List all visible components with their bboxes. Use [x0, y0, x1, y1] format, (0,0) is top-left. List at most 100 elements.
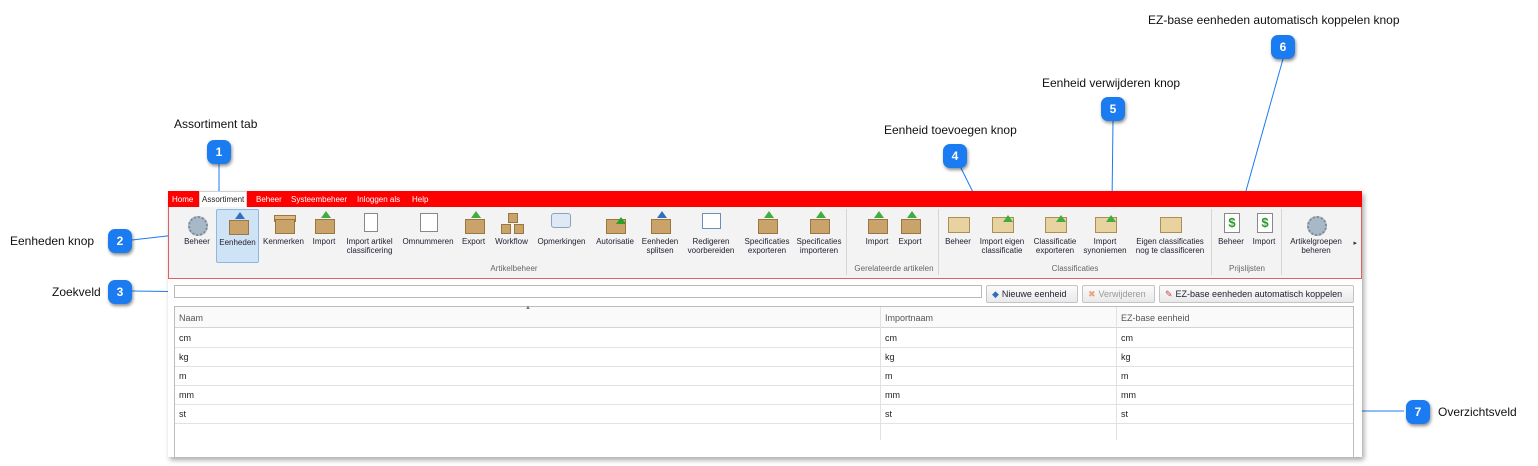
menu-home[interactable]: Home: [172, 191, 193, 207]
delete-button[interactable]: ✖ Verwijderen: [1082, 285, 1155, 303]
workflow-button[interactable]: Workflow: [492, 209, 531, 261]
column-header-importnaam[interactable]: Importnaam: [881, 307, 1115, 327]
edit-list-icon: [700, 213, 722, 233]
comment-icon: [550, 213, 573, 233]
ribbon-button-label: Redigeren voorbereiden: [687, 237, 735, 255]
export-icon: [463, 211, 485, 234]
ribbon-button-label: Import: [1252, 237, 1276, 246]
table-row[interactable]: st st st: [175, 404, 1353, 424]
omnummeren-button[interactable]: Omnummeren: [400, 209, 456, 261]
folder-icon: [1159, 213, 1182, 233]
table-row[interactable]: cm cm cm: [175, 328, 1353, 348]
menu-inloggen-als[interactable]: Inloggen als: [357, 191, 400, 207]
ribbon-button-label: Kenmerken: [263, 237, 304, 246]
prijslijsten-beheer-button[interactable]: $ Beheer: [1215, 209, 1247, 261]
column-header-ezbase[interactable]: EZ-base eenheid: [1117, 307, 1351, 327]
export-button[interactable]: Export: [459, 209, 488, 261]
tab-assortiment[interactable]: Assortiment: [199, 191, 248, 207]
gear-icon: [186, 213, 208, 236]
ribbon-beheer-button[interactable]: Beheer: [181, 209, 213, 261]
gerelateerde-import-button[interactable]: Import: [862, 209, 892, 261]
callout-badge-1: 1: [207, 140, 231, 164]
ribbon-button-label: Eenheden: [219, 238, 256, 247]
folder-export-icon: [1044, 213, 1067, 233]
ribbon-button-label: Artikelgroepen beheren: [1290, 237, 1342, 255]
chevron-right-icon[interactable]: ▸: [1353, 239, 1357, 247]
search-input[interactable]: [174, 285, 982, 298]
import-icon: [866, 211, 888, 234]
ribbon-button-label: Import artikel classificering: [346, 237, 393, 255]
table-row[interactable]: mm mm mm: [175, 385, 1353, 405]
table-row[interactable]: m m m: [175, 366, 1353, 386]
group-label-classificaties: Classificaties: [1051, 264, 1099, 273]
document-icon: [359, 213, 381, 233]
cell-ezbase: kg: [1121, 352, 1131, 362]
ribbon-import-button[interactable]: Import: [309, 209, 339, 261]
callout-label-2: Eenheden knop: [10, 234, 95, 248]
ribbon: Beheer Eenheden Kenmerken Import Import …: [168, 207, 1362, 279]
cell-ezbase: m: [1121, 371, 1129, 381]
group-label-gerelateerde: Gerelateerde artikelen: [854, 264, 934, 273]
menu-beheer[interactable]: Beheer: [256, 191, 282, 207]
eigen-classificaties-button[interactable]: Eigen classificaties nog te classificere…: [1132, 209, 1208, 261]
ribbon-button-label: Specificaties exporteren: [744, 237, 790, 255]
ribbon-button-label: Import: [865, 237, 889, 246]
export-icon: [899, 211, 921, 234]
cell-importnaam: cm: [885, 333, 897, 343]
gerelateerde-export-button[interactable]: Export: [895, 209, 925, 261]
callout-badge-5: 5: [1101, 97, 1125, 121]
prijslijsten-import-button[interactable]: $ Import: [1249, 209, 1279, 261]
folder-icon: [947, 213, 970, 233]
delete-icon: ✖: [1088, 289, 1096, 299]
app-window: Home Assortiment Beheer Systeembeheer In…: [168, 191, 1362, 458]
import-eigen-classificatie-button[interactable]: Import eigen classificatie: [976, 209, 1028, 261]
ribbon-button-label: Opmerkingen: [537, 237, 586, 246]
menu-systeembeheer[interactable]: Systeembeheer: [291, 191, 347, 207]
callout-badge-3: 3: [108, 280, 132, 304]
cell-naam: m: [179, 371, 187, 381]
table-row[interactable]: kg kg kg: [175, 347, 1353, 367]
import-synoniemen-button[interactable]: Import synoniemen: [1082, 209, 1128, 261]
autorisatie-button[interactable]: Autorisatie: [593, 209, 637, 261]
group-label-prijslijsten: Prijslijsten: [1228, 264, 1265, 273]
auto-couple-button[interactable]: ✎ EZ-base eenheden automatisch koppelen: [1159, 285, 1354, 303]
kenmerken-button[interactable]: Kenmerken: [261, 209, 306, 261]
eenheden-splitsen-button[interactable]: Eenheden splitsen: [640, 209, 680, 261]
import-artikel-classificering-button[interactable]: Import artikel classificering: [342, 209, 397, 261]
ribbon-button-label: Eigen classificaties nog te classificere…: [1135, 237, 1205, 255]
new-unit-label: Nieuwe eenheid: [1001, 289, 1067, 299]
cell-importnaam: m: [885, 371, 893, 381]
new-unit-button[interactable]: ◆ Nieuwe eenheid: [986, 285, 1078, 303]
specificaties-importeren-button[interactable]: Specificaties importeren: [795, 209, 843, 261]
callout-label-6: EZ-base eenheden automatisch koppelen kn…: [1148, 13, 1400, 27]
classificaties-beheer-button[interactable]: Beheer: [942, 209, 974, 261]
opmerkingen-button[interactable]: Opmerkingen: [534, 209, 589, 261]
grid-header: ▲ Naam Importnaam EZ-base eenheid: [175, 305, 1353, 328]
group-separator: [1211, 209, 1212, 275]
cell-importnaam: st: [885, 409, 893, 419]
callout-label-5: Eenheid verwijderen knop: [1042, 76, 1181, 90]
specificaties-exporteren-button[interactable]: Specificaties exporteren: [742, 209, 792, 261]
eenheden-button[interactable]: Eenheden: [216, 209, 259, 263]
cell-ezbase: mm: [1121, 390, 1136, 400]
classificatie-exporteren-button[interactable]: Classificatie exporteren: [1030, 209, 1080, 261]
authorize-icon: [604, 213, 626, 234]
cell-naam: cm: [179, 333, 191, 343]
cell-naam: st: [179, 409, 187, 419]
split-units-icon: [649, 211, 671, 234]
dollar-icon: $: [1220, 213, 1242, 233]
column-header-naam[interactable]: Naam: [175, 307, 879, 327]
callout-badge-4: 4: [943, 144, 967, 168]
callout-label-1: Assortiment tab: [174, 117, 258, 131]
cell-importnaam: mm: [885, 390, 900, 400]
group-separator: [1281, 209, 1282, 275]
menu-bar: Home Assortiment Beheer Systeembeheer In…: [168, 191, 1362, 207]
folder-import-icon: [1094, 213, 1117, 233]
callout-badge-7: 7: [1406, 400, 1430, 424]
menu-help[interactable]: Help: [412, 191, 428, 207]
import-icon: [313, 211, 335, 234]
ribbon-button-label: Import: [312, 237, 336, 246]
cell-ezbase: st: [1121, 409, 1129, 419]
redigeren-voorbereiden-button[interactable]: Redigeren voorbereiden: [684, 209, 738, 261]
artikelgroepen-beheren-button[interactable]: Artikelgroepen beheren: [1287, 209, 1345, 261]
